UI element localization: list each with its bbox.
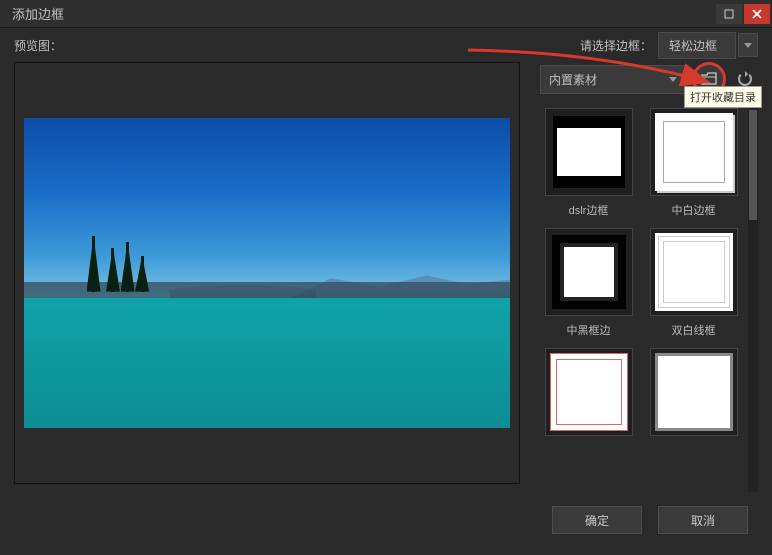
thumb-label: dslr边框 [569, 202, 609, 218]
thumb-label: 中黑框边 [567, 322, 611, 338]
frame-type-select[interactable]: 轻松边框 [658, 32, 736, 59]
chevron-down-icon [669, 77, 677, 82]
window-title: 添加边框 [12, 4, 716, 23]
frame-type-dropdown-button[interactable] [738, 33, 758, 57]
toolbar-row: 预览图： 请选择边框： 轻松边框 [0, 28, 772, 62]
thumbnails-area: dslr边框 中白边框 中黑框边 双白线框 [540, 108, 758, 492]
minimize-icon [724, 9, 734, 19]
ok-button[interactable]: 确定 [552, 506, 642, 534]
titlebar: 添加边框 [0, 0, 772, 28]
thumb-item-white[interactable]: 中白边框 [645, 108, 742, 218]
select-frame-label: 请选择边框： [580, 37, 652, 54]
chevron-down-icon [744, 43, 752, 48]
thumbnail-scrollbar[interactable] [748, 108, 758, 492]
thumb-item-dslr[interactable]: dslr边框 [540, 108, 637, 218]
thumb-item-black[interactable]: 中黑框边 [540, 228, 637, 338]
source-select[interactable]: 内置素材 [540, 65, 686, 94]
close-icon [752, 9, 762, 19]
thumb-item-gray[interactable] [645, 348, 742, 442]
footer: 确定 取消 [0, 492, 772, 534]
preview-image [24, 118, 510, 428]
thumbnail-grid: dslr边框 中白边框 中黑框边 双白线框 [540, 108, 742, 492]
minimize-button[interactable] [716, 4, 742, 24]
cancel-button[interactable]: 取消 [658, 506, 748, 534]
refresh-icon [738, 72, 752, 86]
source-value: 内置素材 [549, 71, 669, 88]
preview-label: 预览图： [14, 37, 62, 54]
close-button[interactable] [744, 4, 770, 24]
thumb-item-dblwhite[interactable]: 双白线框 [645, 228, 742, 338]
source-row: 内置素材 打开收藏目录 [540, 62, 758, 96]
preview-pane [14, 62, 520, 484]
thumb-label: 双白线框 [672, 322, 716, 338]
thumb-item-red[interactable] [540, 348, 637, 442]
scrollbar-handle[interactable] [749, 110, 757, 220]
frame-type-value: 轻松边框 [669, 37, 717, 54]
folder-icon [701, 72, 717, 86]
tooltip: 打开收藏目录 [684, 86, 762, 108]
thumb-label: 中白边框 [672, 202, 716, 218]
right-pane: 内置素材 打开收藏目录 dslr边框 中白边框 [520, 62, 758, 492]
main-area: 内置素材 打开收藏目录 dslr边框 中白边框 [0, 62, 772, 492]
